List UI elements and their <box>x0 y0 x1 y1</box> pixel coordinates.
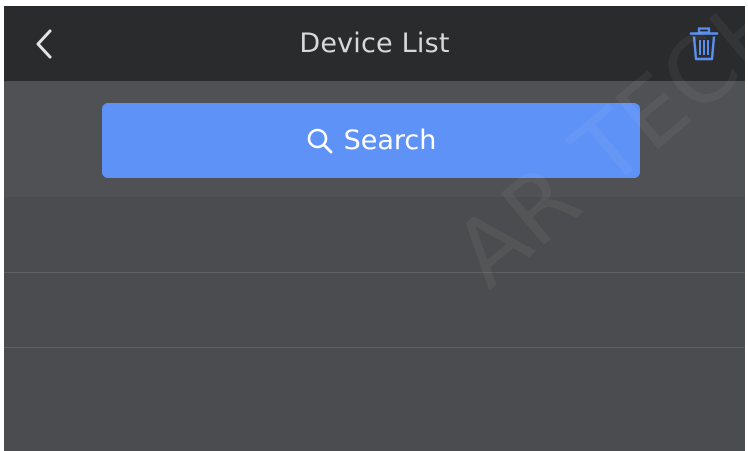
list-item[interactable] <box>4 272 745 348</box>
trash-icon <box>689 27 719 61</box>
search-area: Search <box>4 81 745 197</box>
page-title: Device List <box>299 28 450 59</box>
top-bar: Device List <box>4 6 745 81</box>
device-list-screen: Device List Search AR TECH <box>4 6 745 451</box>
search-button-label: Search <box>343 125 437 156</box>
delete-button[interactable] <box>685 24 723 64</box>
search-icon <box>307 128 333 153</box>
list-item[interactable] <box>4 347 745 451</box>
list-item[interactable] <box>4 197 745 272</box>
search-button[interactable]: Search <box>102 103 640 178</box>
